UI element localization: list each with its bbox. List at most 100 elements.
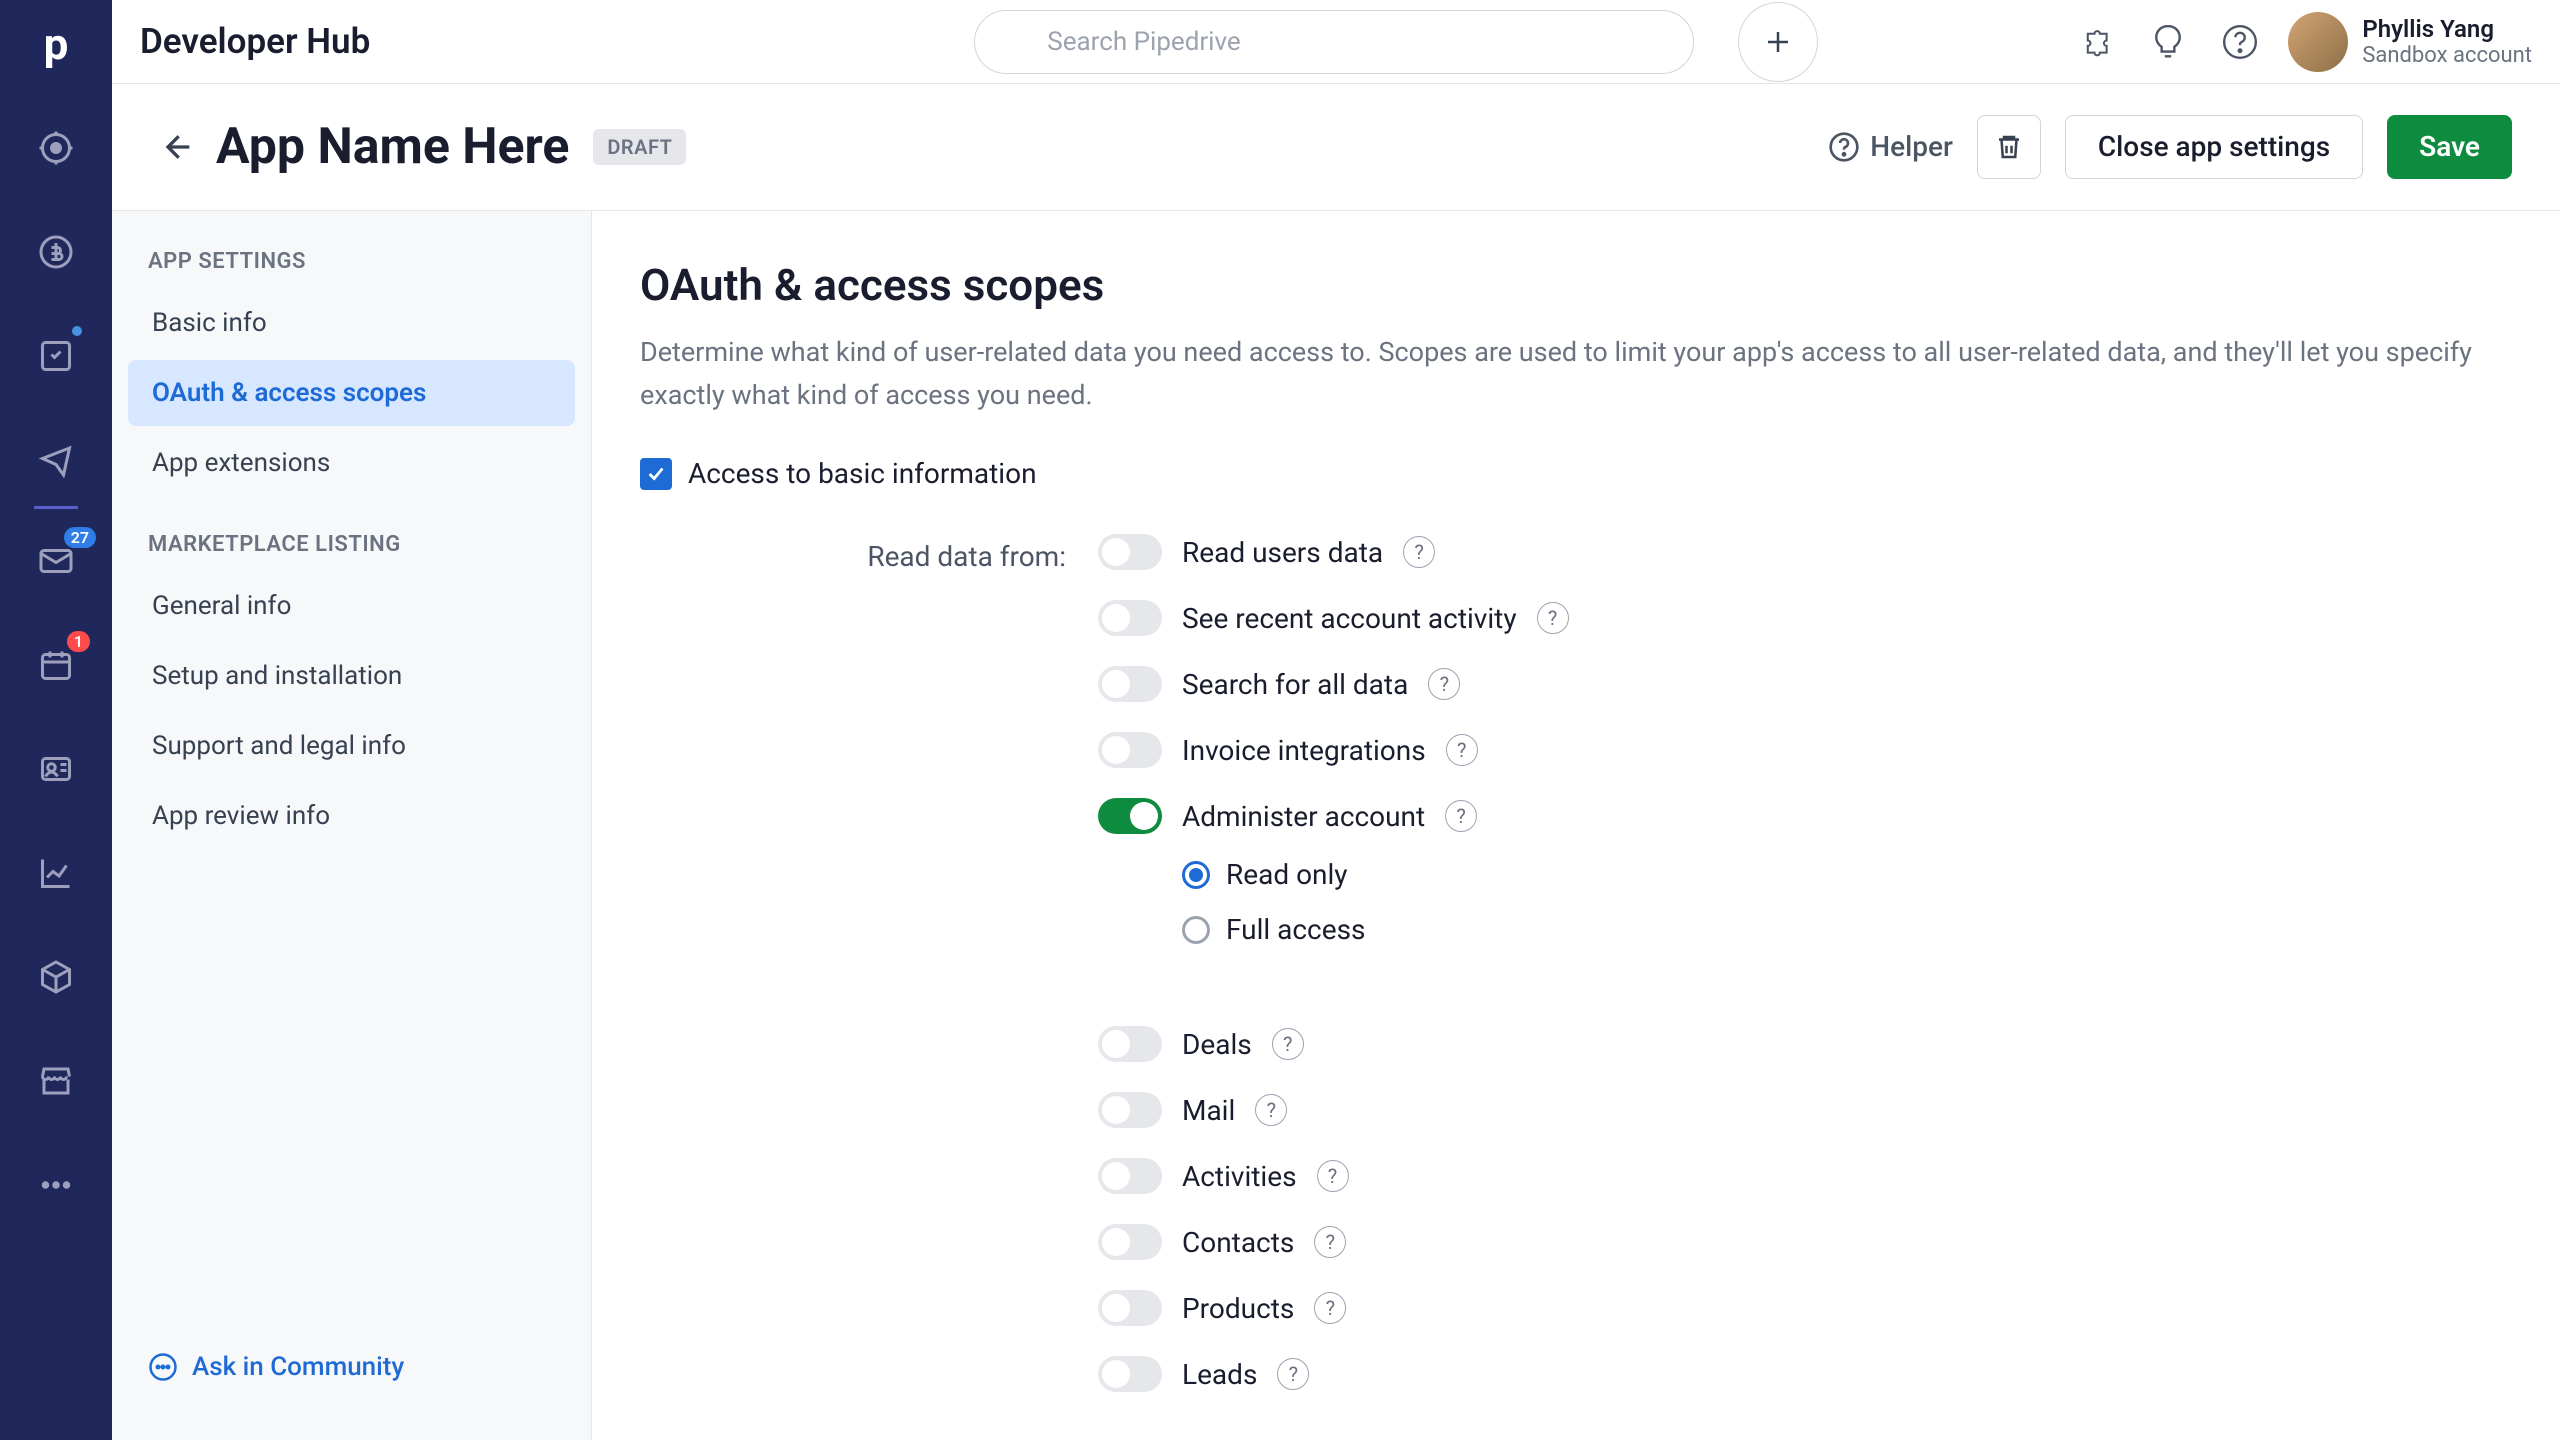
back-button[interactable] [160, 131, 192, 163]
scope-name: Activities [1182, 1160, 1297, 1193]
nav-deals[interactable] [28, 224, 84, 280]
scope-toggle-activities[interactable] [1098, 1158, 1162, 1194]
scope-toggle-users[interactable] [1098, 534, 1162, 570]
sidebar-item-general-info[interactable]: General info [128, 573, 575, 639]
nav-dot [72, 326, 82, 336]
radio-icon [1182, 861, 1210, 889]
content: APP SETTINGS Basic info OAuth & access s… [112, 211, 2560, 1440]
delete-button[interactable] [1977, 115, 2041, 179]
scope-row: Deals ? [1098, 1026, 1569, 1062]
scope-toggle-mail[interactable] [1098, 1092, 1162, 1128]
scope-name: Products [1182, 1292, 1294, 1325]
topbar: Developer Hub Phyllis Yang [112, 0, 2560, 84]
help-icon[interactable]: ? [1537, 602, 1569, 634]
scope-toggle-products[interactable] [1098, 1290, 1162, 1326]
search-input[interactable] [974, 10, 1694, 74]
nav-contacts[interactable] [28, 741, 84, 797]
help-icon[interactable]: ? [1277, 1358, 1309, 1390]
sidebar-item-setup[interactable]: Setup and installation [128, 643, 575, 709]
tips-icon[interactable] [2144, 18, 2192, 66]
scope-toggle-admin[interactable] [1098, 798, 1162, 834]
help-icon[interactable]: ? [1272, 1028, 1304, 1060]
scope-row: Read users data ? [1098, 534, 1569, 570]
avatar [2288, 12, 2348, 72]
scope-row: Leads ? [1098, 1356, 1569, 1392]
user-menu[interactable]: Phyllis Yang Sandbox account [2288, 12, 2532, 72]
scope-name: Mail [1182, 1094, 1235, 1127]
scope-toggle-activity[interactable] [1098, 600, 1162, 636]
help-icon[interactable]: ? [1446, 734, 1478, 766]
scope-toggle-search[interactable] [1098, 666, 1162, 702]
calendar-badge: 1 [67, 631, 90, 652]
sidebar-item-app-extensions[interactable]: App extensions [128, 430, 575, 496]
sidebar-section-app-settings: APP SETTINGS [128, 249, 575, 290]
nav-marketplace[interactable] [28, 1053, 84, 1109]
help-icon[interactable]: ? [1445, 800, 1477, 832]
helper-button[interactable]: Helper [1828, 130, 1953, 163]
scope-toggle-invoice[interactable] [1098, 732, 1162, 768]
page-header: App Name Here DRAFT Helper Close app set… [112, 84, 2560, 210]
page-title: App Name Here [216, 118, 569, 176]
nav-projects[interactable] [28, 328, 84, 384]
sidebar-item-review[interactable]: App review info [128, 783, 575, 849]
user-name: Phyllis Yang [2362, 15, 2532, 43]
scope-name: Read users data [1182, 536, 1383, 569]
nav-divider [34, 506, 78, 509]
scope-row: Activities ? [1098, 1158, 1569, 1194]
basic-access-label: Access to basic information [688, 457, 1037, 490]
scope-row: Mail ? [1098, 1092, 1569, 1128]
user-account: Sandbox account [2362, 43, 2532, 68]
scope-name: Search for all data [1182, 668, 1408, 701]
help-icon[interactable]: ? [1403, 536, 1435, 568]
scope-list: Read users data ? See recent account act… [1098, 534, 1569, 1392]
radio-icon [1182, 916, 1210, 944]
admin-radio-options: Read only Full access [1182, 858, 1569, 946]
scope-row: Administer account ? [1098, 798, 1569, 834]
sidebar-item-basic-info[interactable]: Basic info [128, 290, 575, 356]
help-icon[interactable] [2216, 18, 2264, 66]
nav-insights[interactable] [28, 845, 84, 901]
mail-badge: 27 [64, 527, 96, 548]
scope-name: Deals [1182, 1028, 1252, 1061]
help-icon[interactable]: ? [1428, 668, 1460, 700]
content-description: Determine what kind of user-related data… [640, 331, 2510, 417]
scope-name: Leads [1182, 1358, 1257, 1391]
read-data-label: Read data from: [640, 534, 1066, 1392]
scope-toggle-contacts[interactable] [1098, 1224, 1162, 1260]
sidebar-item-oauth[interactable]: OAuth & access scopes [128, 360, 575, 426]
settings-content: OAuth & access scopes Determine what kin… [592, 211, 2560, 1440]
scope-row: Invoice integrations ? [1098, 732, 1569, 768]
draft-badge: DRAFT [593, 129, 686, 165]
scope-toggle-leads[interactable] [1098, 1356, 1162, 1392]
ask-community-link[interactable]: Ask in Community [128, 1332, 575, 1402]
nav-products[interactable] [28, 949, 84, 1005]
sidebar-item-support[interactable]: Support and legal info [128, 713, 575, 779]
radio-read-only[interactable]: Read only [1182, 858, 1569, 891]
nav-calendar[interactable]: 1 [28, 637, 84, 693]
basic-access-checkbox[interactable] [640, 458, 672, 490]
scope-row: See recent account activity ? [1098, 600, 1569, 636]
nav-mail[interactable]: 27 [28, 533, 84, 589]
basic-access-row: Access to basic information [640, 457, 2512, 490]
add-button[interactable] [1738, 2, 1818, 82]
help-icon[interactable]: ? [1314, 1226, 1346, 1258]
scope-name: See recent account activity [1182, 602, 1517, 635]
radio-full-access[interactable]: Full access [1182, 913, 1569, 946]
scope-toggle-deals[interactable] [1098, 1026, 1162, 1062]
help-icon[interactable]: ? [1314, 1292, 1346, 1324]
main-area: Developer Hub Phyllis Yang [112, 0, 2560, 1440]
nav-rail: p 27 1 [0, 0, 112, 1440]
content-title: OAuth & access scopes [640, 259, 2512, 311]
help-icon[interactable]: ? [1255, 1094, 1287, 1126]
settings-sidebar: APP SETTINGS Basic info OAuth & access s… [112, 211, 592, 1440]
logo-icon[interactable]: p [44, 18, 69, 70]
nav-campaigns[interactable] [28, 432, 84, 488]
nav-more[interactable] [28, 1157, 84, 1213]
save-button[interactable]: Save [2387, 115, 2512, 179]
help-icon[interactable]: ? [1317, 1160, 1349, 1192]
scope-row: Contacts ? [1098, 1224, 1569, 1260]
close-settings-button[interactable]: Close app settings [2065, 115, 2363, 179]
nav-focus[interactable] [28, 120, 84, 176]
scope-row: Products ? [1098, 1290, 1569, 1326]
extensions-icon[interactable] [2072, 18, 2120, 66]
